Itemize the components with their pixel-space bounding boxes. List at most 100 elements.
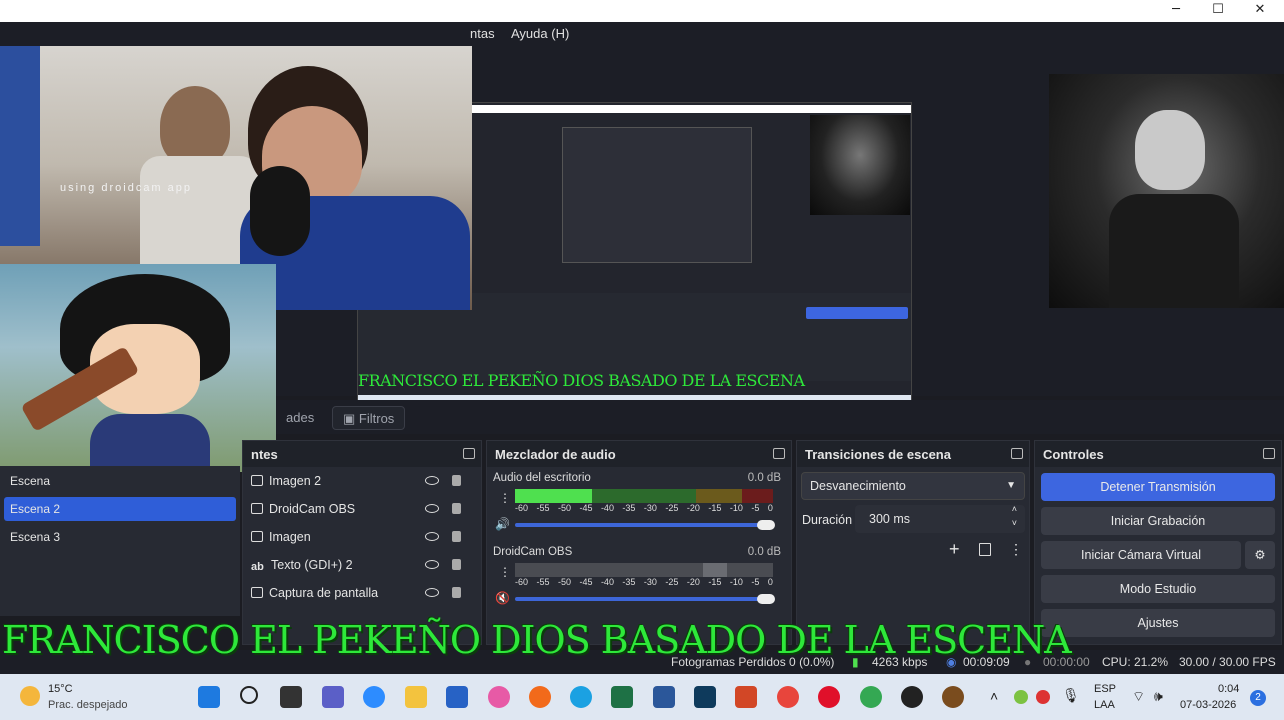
slider-knob[interactable] xyxy=(757,520,775,530)
settings-button[interactable]: Ajustes xyxy=(1041,609,1275,637)
lock-icon[interactable] xyxy=(452,531,461,542)
scene-item-1[interactable]: Escena xyxy=(4,469,236,493)
undock-icon[interactable] xyxy=(463,448,475,459)
source-item[interactable]: Imagen 2 xyxy=(251,469,473,493)
weather-icon[interactable] xyxy=(20,686,40,706)
meter-tick-label: -40 xyxy=(600,503,614,513)
lock-icon[interactable] xyxy=(452,587,461,598)
gear-icon[interactable]: ⚙ xyxy=(1245,541,1275,569)
person-left xyxy=(0,46,40,246)
minimize-icon[interactable]: ─ xyxy=(1154,0,1198,22)
source-label: Imagen 2 xyxy=(269,474,322,488)
zoom-icon[interactable] xyxy=(363,686,385,708)
sources-title: ntes xyxy=(251,447,278,462)
tab-properties[interactable]: ades xyxy=(276,406,324,430)
speaker-icon[interactable]: 🔊 xyxy=(495,517,510,531)
undock-icon[interactable] xyxy=(1263,448,1275,459)
kebab-icon[interactable]: ⋮ xyxy=(499,491,511,505)
scene-item-3[interactable]: Escena 3 xyxy=(4,525,236,549)
add-icon[interactable]: + xyxy=(949,539,960,560)
lock-icon[interactable] xyxy=(452,475,461,486)
start-recording-button[interactable]: Iniciar Grabación xyxy=(1041,507,1275,535)
firefox-icon[interactable] xyxy=(529,686,551,708)
kebab-icon[interactable]: ⋮ xyxy=(499,565,511,579)
store-icon[interactable] xyxy=(446,686,468,708)
source-item[interactable]: Captura de pantalla xyxy=(251,581,473,605)
sources-header: ntes xyxy=(243,441,481,467)
clock-date[interactable]: 07-03-2026 xyxy=(1180,699,1236,711)
stop-streaming-button[interactable]: Detener Transmisión xyxy=(1041,473,1275,501)
menu-herramientas[interactable]: ntas xyxy=(470,26,495,41)
eye-icon[interactable] xyxy=(425,532,439,541)
tab-filters[interactable]: ▣ Filtros xyxy=(332,406,406,430)
weather-desc[interactable]: Prac. despejado xyxy=(48,699,128,711)
undock-icon[interactable] xyxy=(1011,448,1023,459)
eye-icon[interactable] xyxy=(425,476,439,485)
meter-tick-label: -20 xyxy=(686,577,700,587)
start-virtual-camera-button[interactable]: Iniciar Cámara Virtual xyxy=(1041,541,1241,569)
photos-icon[interactable] xyxy=(488,686,510,708)
weather-temp[interactable]: 15°C xyxy=(48,683,73,695)
menu-ayuda[interactable]: Ayuda (H) xyxy=(511,26,569,41)
task-view-icon[interactable] xyxy=(280,686,302,708)
obs-icon[interactable] xyxy=(901,686,923,708)
source-item[interactable]: Imagen xyxy=(251,525,473,549)
clock-time[interactable]: 0:04 xyxy=(1218,683,1239,695)
undock-icon[interactable] xyxy=(773,448,785,459)
maximize-icon[interactable]: ☐ xyxy=(1196,0,1240,22)
microphone-icon[interactable]: 🎙 xyxy=(1062,687,1080,704)
eye-icon[interactable] xyxy=(425,560,439,569)
fps: 30.00 / 30.00 FPS xyxy=(1179,655,1276,669)
duration-field[interactable]: 300 ms ˄ ˅ xyxy=(855,502,1025,533)
meter-tick-label: -55 xyxy=(536,503,550,513)
spin-arrows-icon[interactable]: ˄ ˅ xyxy=(1012,502,1017,530)
mixer-title: Mezclador de audio xyxy=(495,447,616,462)
meter-tick-label: -20 xyxy=(686,503,700,513)
sources-dock: ntes Imagen 2 DroidCam OBS Imagen ab Text… xyxy=(242,440,482,645)
eye-icon[interactable] xyxy=(425,504,439,513)
transition-select[interactable]: Desvanecimiento ▼ xyxy=(801,472,1025,500)
meter-tick-label: -45 xyxy=(579,503,593,513)
nested-photo xyxy=(810,115,910,215)
lock-icon[interactable] xyxy=(452,559,461,570)
word-icon[interactable] xyxy=(653,686,675,708)
trash-icon[interactable] xyxy=(979,543,991,556)
slider-knob[interactable] xyxy=(757,594,775,604)
powerpoint-icon[interactable] xyxy=(735,686,757,708)
close-icon[interactable]: ✕ xyxy=(1238,0,1282,22)
kebab-icon[interactable]: ⋮ xyxy=(1009,541,1023,558)
teams-icon[interactable] xyxy=(322,686,344,708)
notification-badge[interactable]: 2 xyxy=(1250,690,1266,706)
tray-icon-1[interactable] xyxy=(1014,690,1028,704)
volume-slider[interactable] xyxy=(515,594,775,604)
channel-db: 0.0 dB xyxy=(747,472,781,484)
studio-mode-button[interactable]: Modo Estudio xyxy=(1041,575,1275,603)
edge-icon[interactable] xyxy=(570,686,592,708)
source-item[interactable]: ab Texto (GDI+) 2 xyxy=(251,553,473,577)
nested-titlebar xyxy=(471,105,911,113)
terminal-icon[interactable] xyxy=(694,686,716,708)
cpu-usage: CPU: 21.2% xyxy=(1102,655,1169,669)
scene-item-2[interactable]: Escena 2 xyxy=(4,497,236,521)
chevron-up-icon[interactable]: ˄ xyxy=(990,688,998,704)
language-code[interactable]: ESP xyxy=(1094,683,1116,695)
wifi-icon[interactable]: ⌔ xyxy=(1132,688,1145,706)
muted-speaker-icon[interactable]: 🔇 xyxy=(495,591,510,605)
volume-slider[interactable] xyxy=(515,520,775,530)
app-icon[interactable] xyxy=(942,686,964,708)
meter-tick-label: -50 xyxy=(557,577,571,587)
language-layout[interactable]: LAA xyxy=(1094,699,1115,711)
audio-meter xyxy=(515,489,773,503)
chrome-profile-icon[interactable] xyxy=(860,686,882,708)
eye-icon[interactable] xyxy=(425,588,439,597)
search-icon[interactable] xyxy=(240,686,258,704)
chrome-icon[interactable] xyxy=(777,686,799,708)
source-item[interactable]: DroidCam OBS xyxy=(251,497,473,521)
tray-icon-2[interactable] xyxy=(1036,690,1050,704)
opera-icon[interactable] xyxy=(818,686,840,708)
volume-icon[interactable]: 🕪 xyxy=(1154,688,1163,705)
start-icon[interactable] xyxy=(198,686,220,708)
explorer-icon[interactable] xyxy=(405,686,427,708)
excel-icon[interactable] xyxy=(611,686,633,708)
lock-icon[interactable] xyxy=(452,503,461,514)
